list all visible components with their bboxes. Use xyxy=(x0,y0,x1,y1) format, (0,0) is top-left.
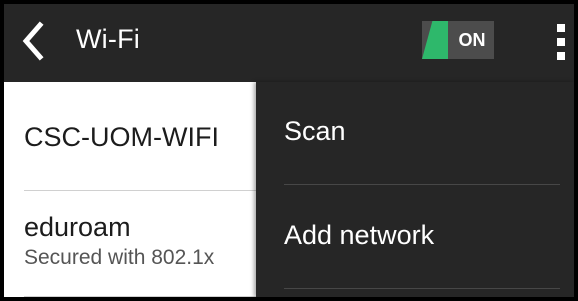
chevron-left-icon xyxy=(22,21,44,61)
toggle-on-indicator xyxy=(422,21,448,59)
more-vertical-icon-dot xyxy=(557,38,565,46)
screen: Wi-Fi ON CSC-UOM-WIFI eduroam Secured wi… xyxy=(4,4,574,297)
menu-divider xyxy=(284,288,560,289)
toggle-label: ON xyxy=(458,30,486,50)
divider xyxy=(24,296,264,297)
menu-divider xyxy=(284,184,560,185)
overflow-menu: Scan Add network xyxy=(256,82,574,297)
page-title: Wi-Fi xyxy=(76,24,140,54)
more-vertical-icon-dot xyxy=(557,52,565,60)
network-security: Secured with 802.1x xyxy=(24,246,215,269)
menu-item-add-network[interactable]: Add network xyxy=(256,186,574,290)
list-item[interactable]: CSC-UOM-WIFI xyxy=(24,120,264,154)
back-button[interactable] xyxy=(12,16,54,66)
network-name: eduroam xyxy=(24,212,131,242)
network-name: CSC-UOM-WIFI xyxy=(24,122,219,152)
overflow-menu-button[interactable] xyxy=(550,16,572,68)
device-frame: Wi-Fi ON CSC-UOM-WIFI eduroam Secured wi… xyxy=(0,0,578,301)
wifi-toggle[interactable]: ON xyxy=(422,21,494,59)
list-item[interactable]: eduroam Secured with 802.1x xyxy=(24,210,264,272)
menu-item-label: Scan xyxy=(284,116,346,146)
divider xyxy=(24,190,264,191)
menu-item-label: Add network xyxy=(284,220,435,250)
more-vertical-icon xyxy=(557,24,565,32)
menu-item-scan[interactable]: Scan xyxy=(256,82,574,186)
action-bar: Wi-Fi ON xyxy=(4,4,574,82)
